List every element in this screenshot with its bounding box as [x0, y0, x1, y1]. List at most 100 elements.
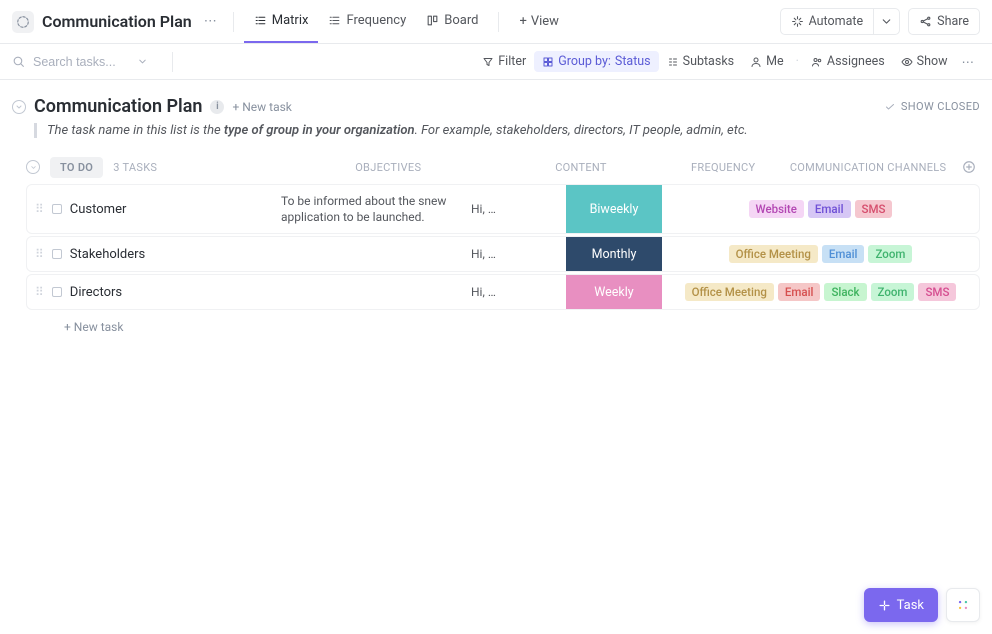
status-square[interactable] [52, 249, 62, 259]
table-row[interactable]: ⠿ Stakeholders Hi , … Monthly Office Mee… [26, 236, 980, 272]
show-button[interactable]: Show [893, 51, 956, 72]
automate-chevron[interactable] [873, 8, 900, 35]
fab-label: Task [897, 598, 924, 613]
channel-tag[interactable]: SMS [855, 200, 893, 218]
list-icon [12, 11, 34, 33]
plus-circle-icon [962, 160, 976, 174]
list-view-icon [254, 14, 267, 27]
subtasks-button[interactable]: Subtasks [659, 51, 742, 72]
channel-tag[interactable]: Zoom [868, 245, 912, 263]
show-closed-toggle[interactable]: SHOW CLOSED [884, 100, 980, 113]
filter-button[interactable]: Filter [474, 51, 534, 72]
share-icon [919, 15, 932, 28]
divider [172, 52, 173, 72]
channels-cell[interactable]: WebsiteEmailSMS [662, 185, 979, 233]
channel-tag[interactable]: Email [822, 245, 865, 263]
me-button[interactable]: Me [742, 51, 792, 72]
content-cell[interactable]: Hi , … [463, 185, 566, 233]
users-icon [811, 56, 823, 68]
apps-fab[interactable] [946, 588, 980, 622]
assignees-button[interactable]: Assignees [803, 51, 893, 72]
group-collapse-toggle[interactable] [26, 160, 40, 174]
status-square[interactable] [52, 287, 62, 297]
desc-pre: The task name in this list is the [47, 123, 224, 138]
channel-tag[interactable]: Zoom [871, 283, 915, 301]
new-task-fab[interactable]: Task [864, 588, 938, 622]
drag-handle-icon[interactable]: ⠿ [35, 285, 44, 299]
tab-board[interactable]: Board [416, 0, 488, 43]
objectives-cell[interactable]: To be informed about the snew applicatio… [273, 185, 463, 233]
search-area [12, 54, 162, 70]
add-view-button[interactable]: + View [509, 14, 569, 29]
board-icon [426, 14, 439, 27]
title-more-icon[interactable]: ⋯ [198, 14, 223, 29]
frequency-cell[interactable]: Weekly [566, 275, 662, 309]
task-name[interactable]: Customer [70, 202, 127, 217]
share-button[interactable]: Share [908, 8, 980, 35]
filter-icon [482, 56, 494, 68]
show-closed-label: SHOW CLOSED [901, 100, 980, 113]
tab-frequency[interactable]: Frequency [318, 0, 416, 43]
content-cell[interactable]: Hi , … [463, 237, 566, 271]
show-label: Show [917, 54, 948, 69]
divider [233, 12, 234, 32]
filter-label: Filter [498, 54, 526, 69]
frequency-cell[interactable]: Biweekly [566, 185, 662, 233]
automate-button[interactable]: Automate [780, 8, 875, 35]
toolbar-more-icon[interactable]: ⋯ [956, 54, 981, 70]
group-by-button[interactable]: Group by: Status [534, 51, 658, 72]
chevron-down-icon [15, 103, 23, 111]
column-frequency[interactable]: FREQUENCY [668, 161, 778, 174]
channel-tag[interactable]: Website [749, 200, 804, 218]
check-icon [884, 101, 896, 113]
plus-icon: + [519, 14, 526, 29]
list-description: The task name in this list is the type o… [34, 123, 980, 138]
task-name[interactable]: Directors [70, 285, 122, 300]
drag-handle-icon[interactable]: ⠿ [35, 202, 44, 216]
me-label: Me [766, 54, 784, 69]
chevron-down-icon[interactable] [137, 56, 148, 67]
search-input[interactable] [31, 54, 131, 70]
objectives-cell[interactable] [273, 237, 463, 271]
add-column-button[interactable] [958, 156, 980, 178]
column-objectives[interactable]: OBJECTIVES [355, 161, 545, 174]
column-content[interactable]: CONTENT [555, 161, 658, 174]
channel-tag[interactable]: Office Meeting [729, 245, 818, 263]
drag-handle-icon[interactable]: ⠿ [35, 247, 44, 261]
collapse-toggle[interactable] [12, 100, 26, 114]
grid-icon [956, 598, 970, 612]
content-cell[interactable]: Hi , … [463, 275, 566, 309]
table-row[interactable]: ⠿ Customer To be informed about the snew… [26, 184, 980, 234]
status-square[interactable] [52, 204, 62, 214]
task-count: 3 TASKS [113, 161, 345, 174]
divider [498, 12, 499, 32]
channel-tag[interactable]: SMS [918, 283, 956, 301]
channel-tag[interactable]: Email [778, 283, 821, 301]
tab-label: Board [444, 13, 478, 28]
channels-cell[interactable]: Office MeetingEmailSlack ZoomSMS [662, 275, 979, 309]
chevron-down-icon [30, 164, 37, 171]
tab-matrix[interactable]: Matrix [244, 0, 319, 43]
objectives-cell[interactable] [273, 275, 463, 309]
chevron-down-icon [880, 15, 893, 28]
new-task-link[interactable]: + New task [232, 100, 291, 114]
sparkle-icon [878, 599, 891, 612]
new-task-row[interactable]: + New task [26, 312, 980, 342]
channels-cell[interactable]: Office MeetingEmailZoom [662, 237, 979, 271]
add-view-label: View [531, 14, 559, 29]
channel-tag[interactable]: Slack [824, 283, 866, 301]
sparkle-icon [791, 15, 804, 28]
column-channels[interactable]: COMMUNICATION CHANNELS [788, 161, 948, 174]
eye-icon [901, 56, 913, 68]
channel-tag[interactable]: Email [808, 200, 851, 218]
task-name[interactable]: Stakeholders [70, 247, 145, 262]
assignees-label: Assignees [827, 54, 885, 69]
status-pill[interactable]: TO DO [50, 157, 103, 178]
info-icon[interactable]: i [210, 100, 224, 114]
channel-tag[interactable]: Office Meeting [685, 283, 774, 301]
frequency-cell[interactable]: Monthly [566, 237, 662, 271]
list-view-icon [328, 14, 341, 27]
tab-label: Matrix [272, 13, 309, 28]
tab-label: Frequency [346, 13, 406, 28]
table-row[interactable]: ⠿ Directors Hi , … Weekly Office Meeting… [26, 274, 980, 310]
